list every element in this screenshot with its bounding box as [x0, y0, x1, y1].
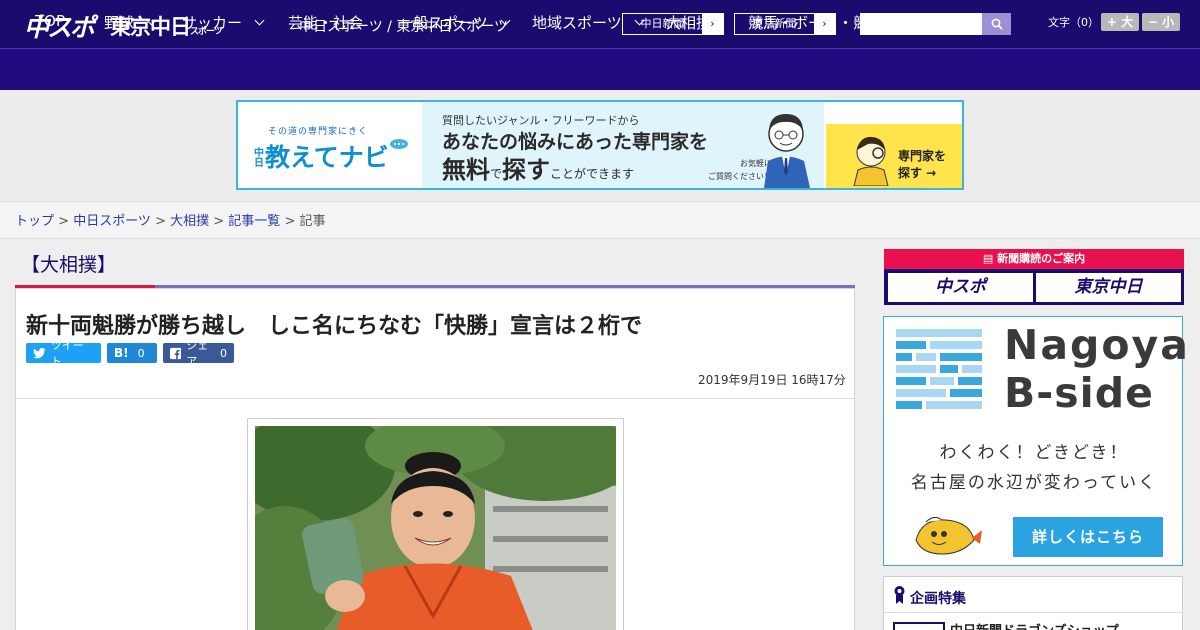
facebook-share-button[interactable]: シェア 0 [163, 339, 234, 368]
feature-divider [884, 612, 1182, 613]
article-divider [16, 398, 854, 399]
bside-details-button[interactable]: 詳しくはこちら [1013, 517, 1163, 557]
article-category: 【大相撲】 [21, 254, 117, 276]
chevron-down-icon [634, 15, 645, 26]
twitter-icon [33, 347, 46, 358]
subscription-title: ▤ 新聞購読のご案内 [884, 249, 1184, 269]
ad-line1: 質問したいジャンル・フリーワードから [442, 114, 640, 127]
ad-can: ことができます [550, 167, 635, 181]
feature-item-link[interactable]: 中日新聞ドラゴンズショップ [950, 620, 1119, 630]
expert-illustration [764, 114, 810, 188]
bside-line-2: 名古屋の水辺が変わっていく [910, 473, 1158, 493]
font-size-label: 文字（0） [1048, 16, 1099, 29]
breadcrumb-chunichi-sports[interactable]: 中日スポーツ [73, 214, 151, 229]
nav-item-sumo[interactable]: 大相撲 [666, 12, 711, 33]
fried-shrimp-mascot-icon [915, 516, 982, 555]
feature-title: 企画特集 [910, 591, 966, 607]
breadcrumb-trail: トップ > 中日スポーツ > 大相撲 > 記事一覧 > 記事 [15, 214, 326, 229]
ad-brand-small: 中日 [254, 148, 264, 169]
nav-label: 競馬・ボート・競輪 [748, 14, 884, 32]
bside-logo-icon [896, 329, 982, 409]
chevron-down-icon [500, 15, 511, 26]
ribbon-icon [894, 586, 905, 604]
nav-item-soccer[interactable]: サッカー [182, 12, 265, 33]
font-smaller-button[interactable]: − 小 [1142, 13, 1180, 31]
thinking-person-icon [853, 136, 889, 186]
subscribe-tokyo-button[interactable]: 東京中日 [1036, 273, 1181, 302]
nav-label: 芸能・社会 [288, 14, 364, 32]
nav-item-general-sports[interactable]: 一般スポーツ [398, 12, 511, 33]
ad-cta-text: 専門家を 探す → [898, 149, 947, 180]
oshiete-navi-ad[interactable]: その道の専門家にきく 中日教えてナビ 質問したいジャンル・フリーワードから あな… [236, 100, 964, 190]
nav-label: 大相撲 [666, 14, 712, 32]
nav-label: 一般スポーツ [398, 14, 488, 32]
nav-item-local-sports[interactable]: 地域スポーツ [532, 12, 645, 33]
breadcrumb-current: 記事 [299, 214, 326, 229]
tweet-button[interactable]: ツイート [26, 339, 101, 368]
article-photo[interactable] [255, 426, 616, 630]
ad-brand-text: 教えてナビ [265, 143, 389, 172]
nav-item-baseball[interactable]: 野球 [104, 12, 157, 33]
nav-item-racing[interactable]: 競馬・ボート・競輪 [748, 12, 883, 33]
newspaper-icon: ▤ [982, 252, 998, 265]
speech-bubble-icon [389, 139, 408, 149]
bside-line-1: わくわく！どきどき！ [939, 443, 1129, 463]
facebook-count: 0 [220, 346, 227, 360]
chevron-down-icon [971, 15, 982, 26]
tweet-label: ツイート [50, 339, 84, 368]
breadcrumb-top[interactable]: トップ [15, 214, 54, 229]
article-headline: 新十両魁勝が勝ち越し しこ名にちなむ「快勝」宣言は２桁で [26, 314, 643, 339]
nav-item-other[interactable]: その他 [914, 12, 982, 33]
breadcrumb-article-list[interactable]: 記事一覧 [228, 214, 280, 229]
hatena-count: 0 [137, 346, 145, 360]
nav-label: TOP [35, 12, 66, 30]
bside-title-1: Nagoya [1004, 321, 1190, 369]
search-icon [991, 18, 1003, 30]
nav-item-entertainment[interactable]: 芸能・社会 [288, 12, 363, 33]
nav-label: サッカー [182, 14, 243, 32]
ad-brand: 中日教えてナビ [254, 138, 409, 174]
nav-label: 地域スポーツ [532, 14, 622, 32]
ad-search: 探す [502, 156, 551, 184]
hatena-icon: B! [114, 346, 129, 360]
nav-item-top[interactable]: TOP [35, 12, 65, 30]
bside-title-2: B-side [1004, 369, 1154, 417]
ad-de: で [490, 167, 503, 181]
nav-label: その他 [914, 14, 960, 32]
ad-line3: 無料で探すことができます [442, 150, 634, 185]
hatena-bookmark-button[interactable]: B! 0 [107, 343, 157, 363]
article-date: 2019年9月19日 16時17分 [698, 373, 846, 387]
ad-free: 無料 [442, 156, 490, 184]
nav-label: 野球 [104, 14, 135, 32]
feature-thumbnail[interactable] [893, 622, 945, 630]
facebook-label: シェア [186, 339, 209, 368]
subscribe-chuspo-button[interactable]: 中スポ [888, 273, 1033, 302]
chevron-down-icon [254, 15, 265, 26]
font-larger-button[interactable]: + 大 [1101, 13, 1139, 31]
ad-tagline: その道の専門家にきく [268, 127, 369, 137]
subscription-title-text: 新聞購読のご案内 [997, 252, 1086, 265]
main-nav [0, 48, 1200, 90]
facebook-icon [170, 347, 182, 359]
breadcrumb-sumo[interactable]: 大相撲 [170, 214, 209, 229]
chevron-down-icon [146, 15, 157, 26]
search-button[interactable] [982, 13, 1011, 35]
